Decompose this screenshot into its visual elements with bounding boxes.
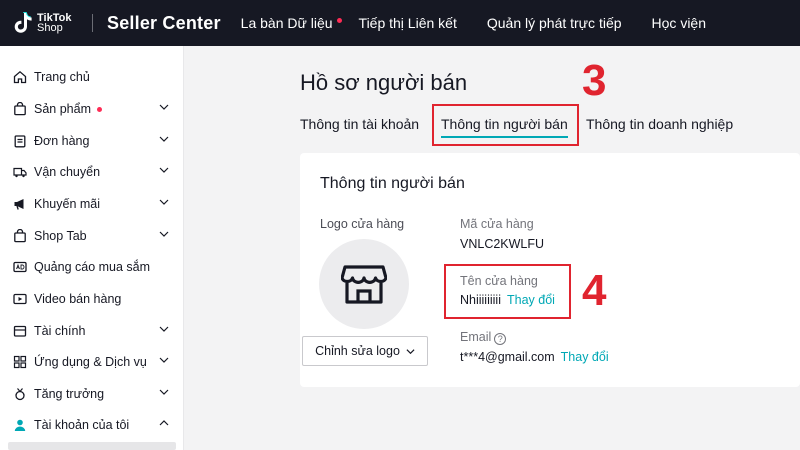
chevron-down-icon[interactable] xyxy=(159,229,169,239)
top-nav: La bàn Dữ liệu Tiếp thị Liên kết Quản lý… xyxy=(241,15,736,31)
sidebar-item-finance[interactable]: Tài chính xyxy=(12,319,177,343)
chevron-down-icon[interactable] xyxy=(159,355,169,365)
sidebar-item-label: Đơn hàng xyxy=(34,134,90,148)
user-icon xyxy=(12,417,28,433)
sidebar-item-label: Khuyến mãi xyxy=(34,197,101,211)
email-label: Email xyxy=(460,330,492,344)
tiktok-shop-logo[interactable]: TikTok Shop xyxy=(12,11,82,35)
chevron-down-icon[interactable] xyxy=(159,165,169,175)
email-value: t***4@gmail.com xyxy=(460,350,555,364)
logo-label: Logo cửa hàng xyxy=(320,217,405,231)
nav-data-compass[interactable]: La bàn Dữ liệu xyxy=(241,15,342,31)
sidebar-item-label: Tài chính xyxy=(34,324,86,338)
sidebar-item-promotions[interactable]: Khuyến mãi xyxy=(12,192,177,216)
sidebar: Trang chủ Sản phẩm Đơn hàng Vận chuyển K… xyxy=(0,46,184,450)
sidebar-item-orders[interactable]: Đơn hàng xyxy=(12,129,177,153)
nav-academy[interactable]: Học viện xyxy=(652,15,706,31)
chevron-down-icon[interactable] xyxy=(159,387,169,397)
shop-logo-placeholder xyxy=(319,239,409,329)
sidebar-item-label: Tài khoản của tôi xyxy=(34,418,130,432)
sidebar-item-label: Vận chuyển xyxy=(34,165,101,179)
tab-account-info[interactable]: Thông tin tài khoản xyxy=(300,116,419,132)
annotation-highlight-box xyxy=(432,104,579,146)
sidebar-item-label: Shop Tab xyxy=(34,229,87,243)
page-title: Hồ sơ người bán xyxy=(300,70,468,95)
notification-dot xyxy=(96,106,102,112)
bag-icon xyxy=(12,101,28,117)
help-icon[interactable]: ? xyxy=(494,333,507,345)
home-icon xyxy=(12,69,28,85)
annotation-highlight-box xyxy=(444,264,571,319)
top-bar: TikTok Shop Seller Center La bàn Dữ liệu… xyxy=(0,0,800,46)
tiktok-logo-icon xyxy=(12,11,34,35)
sidebar-active-subitem[interactable] xyxy=(8,442,176,450)
sidebar-item-label: Trang chủ xyxy=(34,70,90,84)
shop-code-value: VNLC2KWLFU xyxy=(460,237,545,251)
sidebar-item-growth[interactable]: Tăng trưởng xyxy=(12,382,177,406)
sidebar-item-apps-services[interactable]: Ứng dụng & Dịch vụ xyxy=(12,350,177,374)
wallet-icon xyxy=(12,323,28,339)
sidebar-item-label: Ứng dụng & Dịch vụ xyxy=(34,355,147,369)
sidebar-item-home[interactable]: Trang chủ xyxy=(12,65,177,89)
store-icon xyxy=(341,265,387,304)
sidebar-item-label: Video bán hàng xyxy=(34,292,122,306)
logo-text-line2: Shop xyxy=(37,22,63,34)
card-title: Thông tin người bán xyxy=(320,175,465,192)
shop-code-label: Mã cửa hàng xyxy=(460,217,534,231)
sidebar-item-label: Quảng cáo mua sắm xyxy=(34,260,151,274)
edit-logo-button[interactable]: Chỉnh sửa logo xyxy=(302,336,428,366)
chevron-down-icon[interactable] xyxy=(159,324,169,334)
sidebar-item-shop-tab[interactable]: Shop Tab xyxy=(12,224,177,248)
truck-icon xyxy=(12,164,28,180)
change-email-link[interactable]: Thay đổi xyxy=(561,350,609,364)
sidebar-item-label: Tăng trưởng xyxy=(34,387,105,401)
sidebar-item-my-account[interactable]: Tài khoản của tôi xyxy=(12,413,177,437)
tab-business-info[interactable]: Thông tin doanh nghiệp xyxy=(586,116,733,132)
nav-live-management[interactable]: Quản lý phát trực tiếp xyxy=(487,15,622,31)
sidebar-item-shopping-ads[interactable]: Quảng cáo mua sắm xyxy=(12,255,177,279)
sidebar-item-label: Sản phẩm xyxy=(34,102,91,116)
apps-icon xyxy=(12,354,28,370)
nav-affiliate-marketing[interactable]: Tiếp thị Liên kết xyxy=(359,15,457,31)
chevron-down-icon[interactable] xyxy=(159,197,169,207)
chevron-down-icon[interactable] xyxy=(159,134,169,144)
brand-title[interactable]: Seller Center xyxy=(107,13,221,34)
chevron-up-icon[interactable] xyxy=(159,418,169,428)
bag-icon xyxy=(12,228,28,244)
megaphone-icon xyxy=(12,196,28,212)
annotation-number-3: 3 xyxy=(582,56,607,105)
medal-icon xyxy=(12,386,28,402)
sidebar-item-products[interactable]: Sản phẩm xyxy=(12,97,177,121)
edit-logo-label: Chỉnh sửa logo xyxy=(315,344,400,358)
ad-icon xyxy=(12,259,28,275)
divider xyxy=(92,14,93,32)
sidebar-item-shipping[interactable]: Vận chuyển xyxy=(12,160,177,184)
chevron-down-icon xyxy=(406,348,415,354)
chevron-down-icon[interactable] xyxy=(159,102,169,112)
sidebar-item-sales-video[interactable]: Video bán hàng xyxy=(12,287,177,311)
annotation-number-4: 4 xyxy=(582,266,607,315)
clipboard-icon xyxy=(12,133,28,149)
email-label-row: Email? xyxy=(460,330,507,345)
email-row: t***4@gmail.com Thay đổi xyxy=(460,350,609,364)
video-icon xyxy=(12,291,28,307)
